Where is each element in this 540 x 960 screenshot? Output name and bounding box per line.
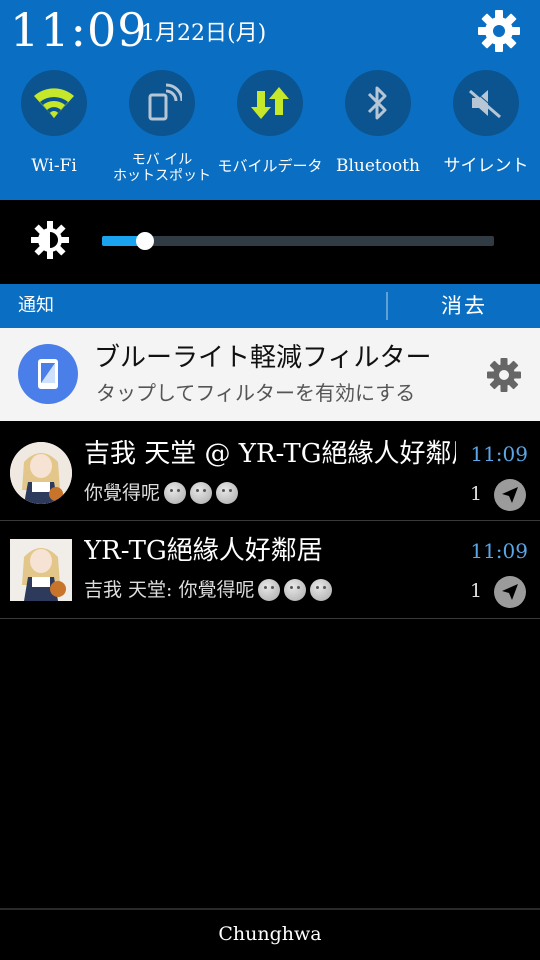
- divider: [0, 908, 540, 910]
- filter-subtitle: タップしてフィルターを有効にする: [96, 381, 416, 405]
- divider: [0, 618, 540, 619]
- chat-notification[interactable]: YR-TG絕緣人好鄰居 11:09 吉我 天堂: 你覺得呢 1: [0, 521, 540, 617]
- notification-header: 通知 消去: [0, 284, 540, 328]
- smiley-icon: [216, 482, 239, 504]
- smiley-icon: [310, 579, 333, 601]
- mobile-data-toggle[interactable]: モバイルデータ: [216, 68, 324, 198]
- bluetooth-toggle[interactable]: Bluetooth: [324, 68, 432, 198]
- chat-message: 吉我 天堂: 你覺得呢: [84, 577, 333, 603]
- bluelight-filter-notification[interactable]: ブルーライト軽減フィルター タップしてフィルターを有効にする: [0, 328, 540, 421]
- wifi-icon[interactable]: [21, 70, 87, 136]
- wifi-label: Wi-Fi: [31, 156, 77, 176]
- chat-message-text: 吉我 天堂: 你覺得呢: [84, 579, 255, 601]
- mute-icon[interactable]: [453, 70, 519, 136]
- smiley-icon: [190, 482, 213, 504]
- smiley-icon: [164, 482, 187, 504]
- silent-label: サイレント: [443, 156, 529, 176]
- group-avatar: [10, 539, 72, 601]
- wifi-toggle[interactable]: Wi-Fi: [0, 68, 108, 198]
- date: 1月22日(月): [141, 21, 267, 46]
- reply-send-icon[interactable]: [494, 576, 526, 608]
- bluetooth-label: Bluetooth: [335, 156, 421, 176]
- smiley-icon: [284, 579, 307, 601]
- bluetooth-icon[interactable]: [345, 70, 411, 136]
- notification-title: 通知: [18, 295, 54, 316]
- settings-gear-icon[interactable]: [476, 8, 522, 54]
- silent-toggle[interactable]: サイレント: [432, 68, 540, 198]
- unread-count: 1: [470, 580, 483, 602]
- smiley-icon: [258, 579, 281, 601]
- avatar: [10, 442, 72, 504]
- quick-toggles-row: Wi-Fi モバ イル ホットスポット モバイルデータ Bluetooth サイ…: [0, 68, 540, 198]
- clock: 11:09: [10, 3, 148, 57]
- hotspot-icon[interactable]: [129, 70, 195, 136]
- chat-message-text: 你覺得呢: [84, 482, 161, 504]
- mobile-data-icon[interactable]: [237, 70, 303, 136]
- chat-title: 吉我 天堂 @ YR-TG絕緣人好鄰居: [84, 439, 456, 469]
- bluelight-filter-icon: [18, 344, 78, 404]
- hotspot-label-text: モバ イル ホットスポット: [113, 152, 211, 184]
- carrier-label: Chunghwa: [218, 923, 322, 945]
- hotspot-toggle[interactable]: モバ イル ホットスポット: [108, 68, 216, 198]
- reply-send-icon[interactable]: [494, 479, 526, 511]
- brightness-slider-thumb[interactable]: [136, 232, 154, 250]
- unread-count: 1: [470, 483, 483, 505]
- brightness-icon[interactable]: [30, 220, 70, 260]
- brightness-slider[interactable]: [102, 232, 494, 250]
- chat-title: YR-TG絕緣人好鄰居: [84, 536, 323, 566]
- chat-notification[interactable]: 吉我 天堂 @ YR-TG絕緣人好鄰居 11:09 你覺得呢 1: [0, 424, 540, 520]
- hotspot-label: モバ イル ホットスポット: [104, 152, 220, 184]
- quick-settings-panel: 11:09 1月22日(月) Wi-Fi モバ イル ホットスポット モバイルデ…: [0, 0, 540, 200]
- chat-message: 你覺得呢: [84, 480, 239, 506]
- filter-settings-gear-icon[interactable]: [485, 356, 523, 394]
- mobile-data-label: モバイルデータ: [217, 157, 323, 175]
- brightness-row: [0, 200, 540, 284]
- filter-title: ブルーライト軽減フィルター: [94, 343, 432, 373]
- chat-time: 11:09: [470, 442, 528, 466]
- clear-button[interactable]: 消去: [388, 292, 540, 320]
- chat-time: 11:09: [470, 539, 528, 563]
